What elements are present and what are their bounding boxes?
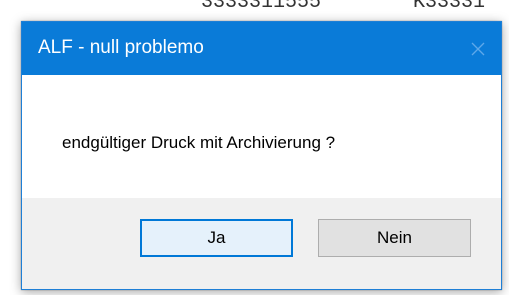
background-number: 3333311555	[201, 0, 322, 14]
close-icon	[471, 42, 485, 56]
dialog-message: endgültiger Druck mit Archivierung ?	[62, 133, 336, 152]
dialog-content: endgültiger Druck mit Archivierung ?	[22, 75, 501, 198]
close-button[interactable]	[455, 22, 501, 75]
dialog-titlebar[interactable]: ALF - null problemo	[22, 22, 501, 75]
background-code: K33331	[413, 0, 486, 14]
no-button[interactable]: Nein	[318, 219, 471, 257]
dialog-title: ALF - null problemo	[38, 37, 204, 58]
yes-button[interactable]: Ja	[140, 219, 293, 257]
dialog-footer: Ja Nein	[22, 198, 501, 289]
confirm-dialog: ALF - null problemo endgültiger Druck mi…	[21, 21, 502, 290]
